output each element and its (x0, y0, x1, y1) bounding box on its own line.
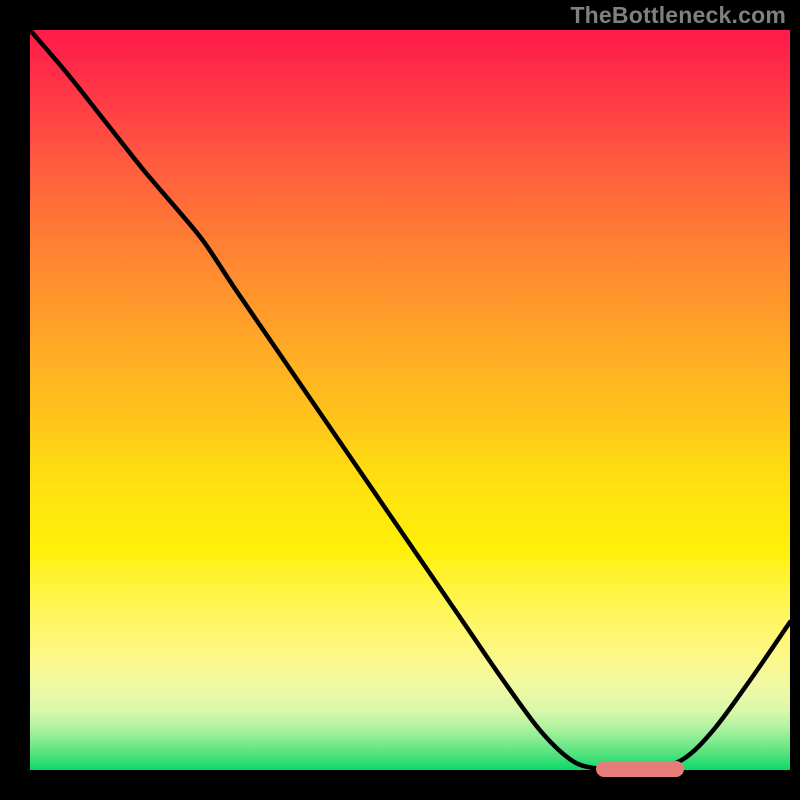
watermark-text: TheBottleneck.com (570, 2, 786, 29)
curve-overlay (30, 30, 790, 770)
optimal-range-marker (596, 761, 683, 777)
bottleneck-curve (30, 30, 790, 769)
plot-area (30, 30, 790, 770)
bottleneck-chart: TheBottleneck.com (0, 0, 800, 800)
